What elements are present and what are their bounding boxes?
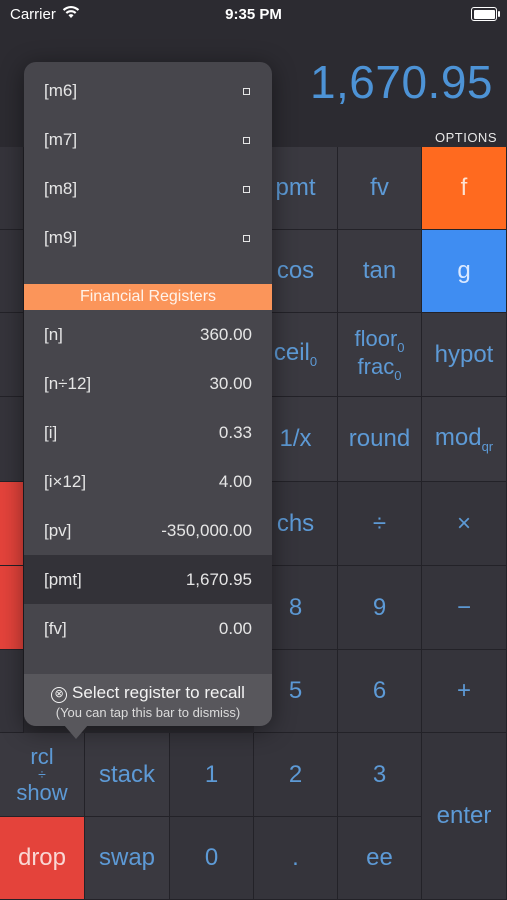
register-value: 0.00	[218, 619, 252, 638]
register-value: 0.33	[218, 423, 252, 442]
register-row-m9[interactable]: [m9]	[24, 213, 272, 262]
register-row-m7[interactable]: [m7]	[24, 115, 272, 164]
key-hidden-r4c1[interactable]	[0, 397, 24, 482]
register-label: [n]	[44, 325, 63, 344]
main-display: 1,670.95	[309, 56, 493, 108]
nine-key[interactable]: 9	[338, 566, 422, 650]
multiply-key[interactable]: ×	[422, 482, 507, 566]
empty-register-icon	[243, 186, 250, 193]
empty-register-icon	[243, 235, 250, 242]
key-hidden-r5c1[interactable]	[0, 482, 24, 566]
minus-key[interactable]: −	[422, 566, 507, 650]
options-button[interactable]: OPTIONS	[435, 130, 497, 145]
register-row-pmt[interactable]: [pmt] 1,670.95	[24, 555, 272, 604]
register-label: [m9]	[44, 228, 78, 247]
register-row-pv[interactable]: [pv] -350,000.00	[24, 506, 272, 555]
key-hidden-r6c1[interactable]	[0, 566, 24, 650]
register-row-n-div-12[interactable]: [n÷12] 30.00	[24, 359, 272, 408]
register-label: [pv]	[44, 521, 72, 540]
register-label: [fv]	[44, 619, 67, 638]
register-label: [pmt]	[44, 570, 82, 589]
drop-key[interactable]: drop	[0, 817, 85, 900]
decimal-point-key[interactable]: .	[254, 817, 338, 900]
enter-key[interactable]: enter	[422, 733, 507, 900]
clock: 9:35 PM	[225, 6, 282, 23]
zero-key[interactable]: 0	[170, 817, 254, 900]
tan-key[interactable]: tan	[338, 230, 422, 313]
status-bar: Carrier 9:35 PM	[0, 0, 507, 30]
register-label: [m7]	[44, 130, 78, 149]
financial-registers-header: Financial Registers	[24, 284, 272, 310]
round-key[interactable]: round	[338, 397, 422, 482]
key-hidden-r3c1[interactable]	[0, 313, 24, 397]
two-key[interactable]: 2	[254, 733, 338, 817]
register-label: [n÷12]	[44, 374, 92, 393]
register-row-fv[interactable]: [fv] 0.00	[24, 604, 272, 653]
f-shift-key[interactable]: f	[422, 147, 507, 230]
register-row-i[interactable]: [i] 0.33	[24, 408, 272, 457]
fv-key[interactable]: fv	[338, 147, 422, 230]
ee-key[interactable]: ee	[338, 817, 422, 900]
register-value: 4.00	[218, 472, 252, 491]
divide-key[interactable]: ÷	[338, 482, 422, 566]
register-label: [m6]	[44, 81, 78, 100]
dismiss-bar-hint: (You can tap this bar to dismiss)	[55, 705, 241, 720]
key-hidden-r7c1[interactable]	[0, 650, 24, 733]
register-label: [i]	[44, 423, 58, 442]
register-value: 30.00	[209, 374, 252, 393]
one-key[interactable]: 1	[170, 733, 254, 817]
three-key[interactable]: 3	[338, 733, 422, 817]
g-shift-key[interactable]: g	[422, 230, 507, 313]
floor-frac-key[interactable]: floor0 frac0	[338, 313, 422, 397]
close-circle-icon: ⊗	[51, 687, 68, 703]
plus-key[interactable]: +	[422, 650, 507, 733]
register-label: [m8]	[44, 179, 78, 198]
register-row-n[interactable]: [n] 360.00	[24, 310, 272, 359]
key-hidden-r2c1[interactable]	[0, 230, 24, 313]
six-key[interactable]: 6	[338, 650, 422, 733]
dismiss-bar[interactable]: ⊗ Select register to recall (You can tap …	[24, 674, 272, 726]
register-value: 1,670.95	[185, 570, 252, 589]
register-row-m6[interactable]: [m6]	[24, 66, 272, 115]
dismiss-bar-title: ⊗ Select register to recall	[24, 683, 272, 703]
register-value: 360.00	[200, 325, 252, 344]
register-recall-popup: [m6] [m7] [m8] [m9] Financial Registers …	[24, 62, 272, 726]
register-label: [i×12]	[44, 472, 87, 491]
key-hidden-r1c1[interactable]	[0, 147, 24, 230]
battery-icon	[471, 7, 500, 21]
register-value: -350,000.00	[161, 521, 252, 540]
hypot-key[interactable]: hypot	[422, 313, 507, 397]
stack-key[interactable]: stack	[85, 733, 170, 817]
empty-register-icon	[243, 88, 250, 95]
popup-pointer-arrow	[64, 725, 88, 739]
mod-key[interactable]: modqr	[422, 397, 507, 482]
rcl-show-key[interactable]: rcl ÷ show	[0, 733, 85, 817]
register-row-i-times-12[interactable]: [i×12] 4.00	[24, 457, 272, 506]
empty-register-icon	[243, 137, 250, 144]
register-row-m8[interactable]: [m8]	[24, 164, 272, 213]
swap-key[interactable]: swap	[85, 817, 170, 900]
